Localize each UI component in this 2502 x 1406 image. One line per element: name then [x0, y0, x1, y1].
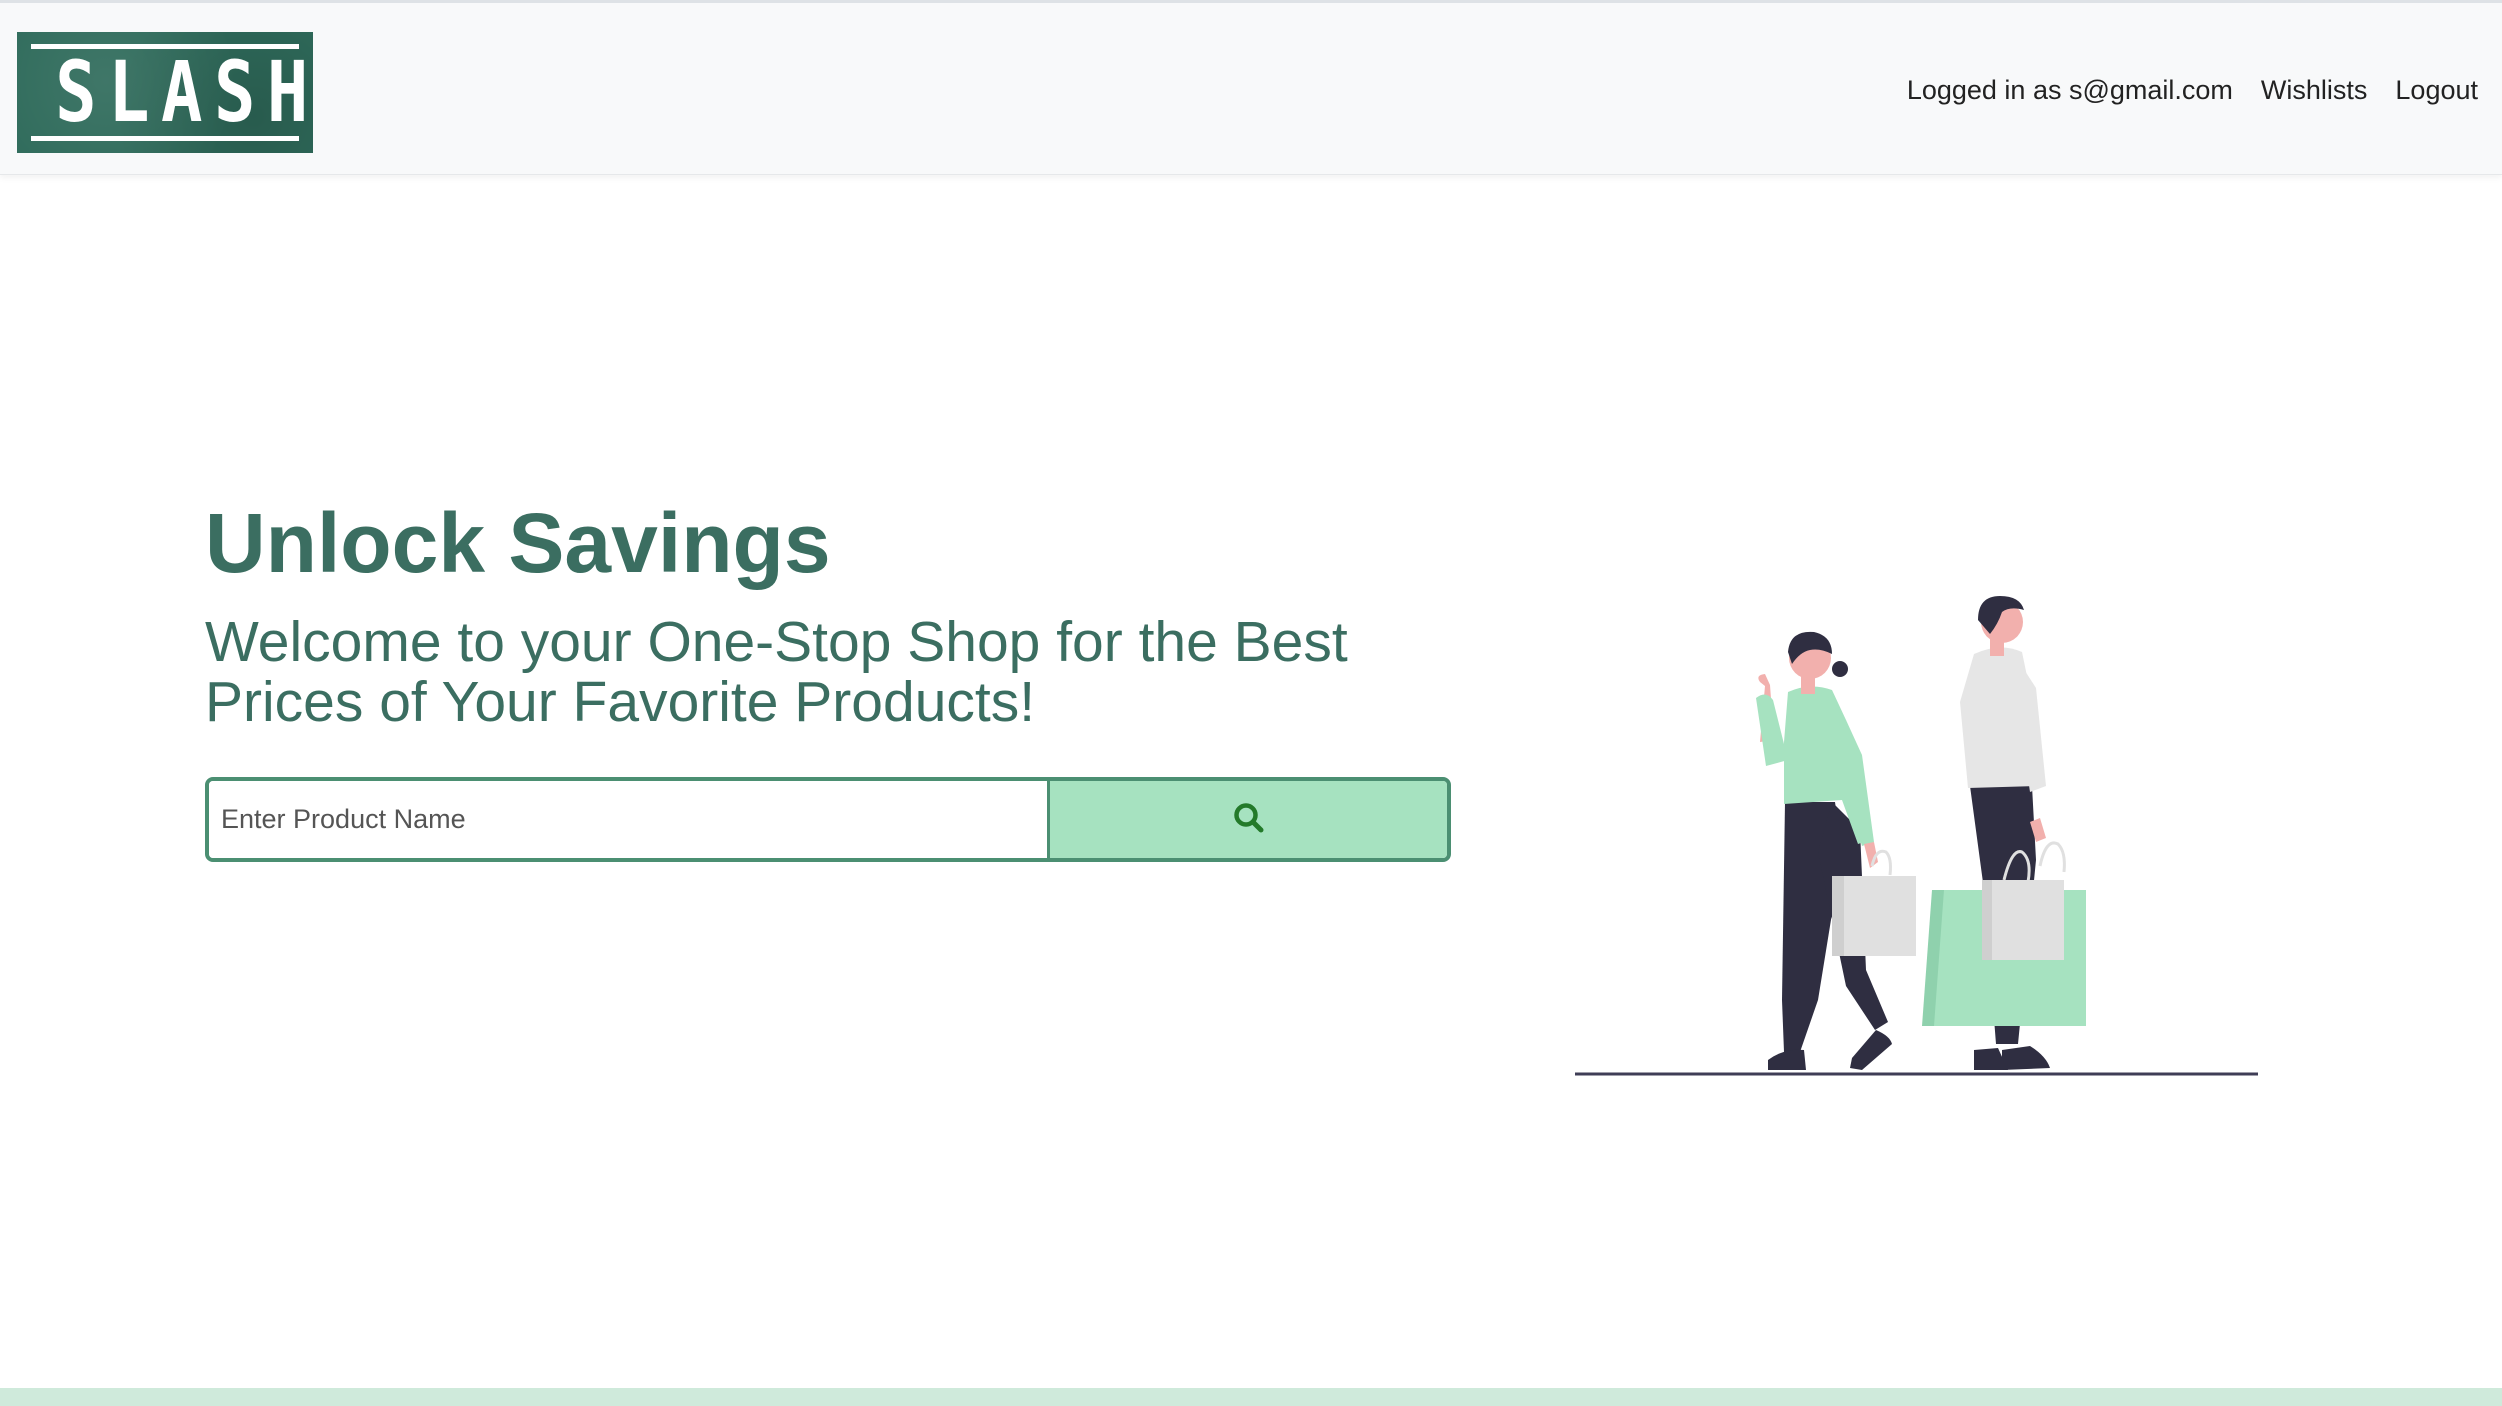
wishlists-link[interactable]: Wishlists — [2261, 75, 2368, 106]
search-icon — [1231, 800, 1267, 839]
search-button[interactable] — [1050, 781, 1447, 858]
man-figure — [1922, 596, 2086, 1070]
logo-text: SLASH — [55, 43, 320, 141]
logo-rule-bottom — [31, 136, 299, 141]
shoppers-illustration — [1570, 590, 2270, 1080]
woman-figure — [1756, 631, 1916, 1070]
footer-strip — [0, 1388, 2502, 1406]
hero-subtitle: Welcome to your One-Stop Shop for the Be… — [205, 610, 1348, 734]
page: SLASH Logged in as s@gmail.com Wishlists… — [0, 0, 2502, 1406]
nav-links: Logged in as s@gmail.com Wishlists Logou… — [1907, 75, 2478, 106]
logged-in-status: Logged in as s@gmail.com — [1906, 75, 2233, 105]
logout-link[interactable]: Logout — [2395, 75, 2478, 106]
navbar: SLASH Logged in as s@gmail.com Wishlists… — [0, 0, 2502, 175]
product-search-input[interactable] — [209, 781, 1050, 858]
slash-logo[interactable]: SLASH — [17, 32, 313, 153]
search-bar — [205, 777, 1451, 862]
hero-title: Unlock Savings — [205, 496, 831, 590]
